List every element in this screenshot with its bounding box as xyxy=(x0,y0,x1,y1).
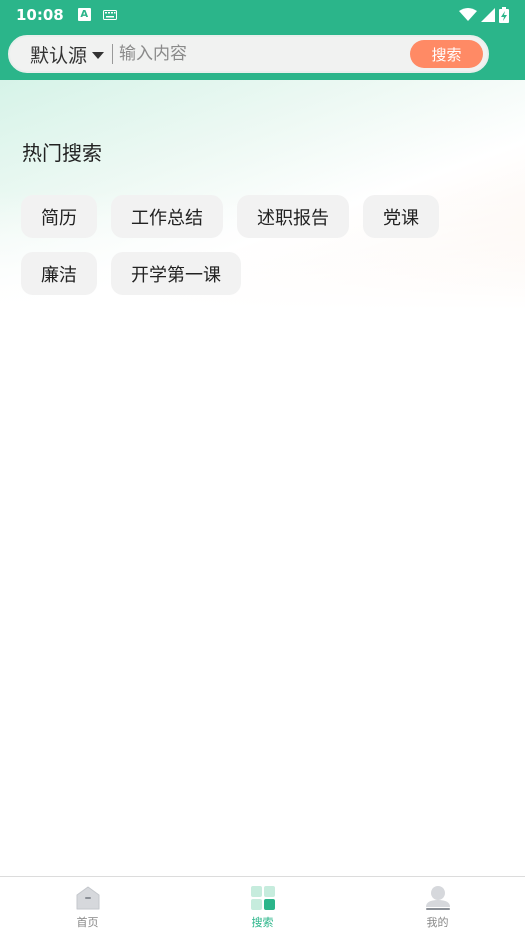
wifi-icon xyxy=(459,7,477,21)
hot-tag[interactable]: 廉洁 xyxy=(21,252,97,295)
divider xyxy=(112,44,114,64)
app-notification-icon: A xyxy=(77,8,91,21)
hot-tag[interactable]: 述职报告 xyxy=(237,195,349,238)
hot-search-title: 热门搜索 xyxy=(22,141,102,165)
hot-tag[interactable]: 工作总结 xyxy=(111,195,223,238)
nav-item-search[interactable]: 搜索 xyxy=(175,877,350,935)
home-icon xyxy=(76,886,99,910)
signal-icon xyxy=(481,7,495,22)
user-icon xyxy=(425,886,450,910)
battery-charging-icon xyxy=(499,6,509,23)
status-bar: 10:08 A xyxy=(0,0,525,29)
nav-label-home: 首页 xyxy=(76,916,99,929)
hot-tag[interactable]: 简历 xyxy=(21,195,97,238)
hot-tag[interactable]: 开学第一课 xyxy=(111,252,241,295)
hot-search-tags: 简历 工作总结 述职报告 党课 廉洁 开学第一课 xyxy=(21,195,501,295)
search-input[interactable] xyxy=(119,44,400,64)
status-right-icons xyxy=(459,6,509,23)
keyboard-icon xyxy=(102,9,117,20)
search-box: 默认源 搜索 xyxy=(8,35,489,73)
bottom-nav: 首页 搜索 我的 xyxy=(0,876,525,935)
grid-icon xyxy=(250,886,275,910)
nav-item-home[interactable]: 首页 xyxy=(0,877,175,935)
nav-item-profile[interactable]: 我的 xyxy=(350,877,525,935)
search-button[interactable]: 搜索 xyxy=(410,40,483,68)
caret-down-icon xyxy=(92,51,105,59)
hot-tag[interactable]: 党课 xyxy=(363,195,439,238)
nav-label-profile: 我的 xyxy=(426,916,449,929)
source-select[interactable]: 默认源 xyxy=(30,41,105,68)
nav-label-search: 搜索 xyxy=(251,916,274,929)
source-label: 默认源 xyxy=(30,44,88,67)
status-time: 10:08 xyxy=(16,5,64,24)
search-header: 默认源 搜索 xyxy=(0,29,525,80)
